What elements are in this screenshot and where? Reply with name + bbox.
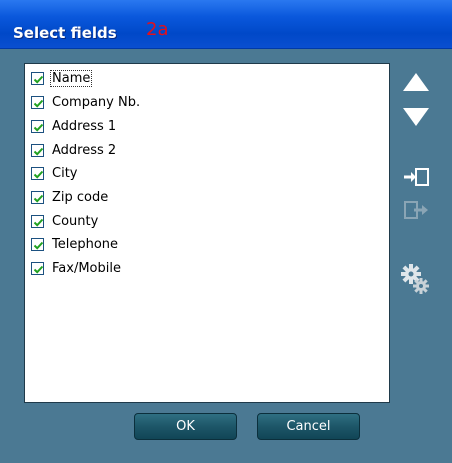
list-item-address-2[interactable]: Address 2	[31, 140, 117, 160]
export-icon[interactable]	[402, 199, 430, 225]
field-label: Address 1	[52, 118, 117, 134]
ok-button-label: OK	[176, 419, 195, 434]
list-item-zip-code[interactable]: Zip code	[31, 187, 109, 207]
import-icon[interactable]	[402, 166, 430, 192]
annotation-tag: 2a	[146, 19, 169, 40]
list-item-city[interactable]: City	[31, 163, 78, 183]
checkbox[interactable]	[31, 166, 44, 180]
checkbox[interactable]	[31, 71, 44, 85]
checkbox[interactable]	[31, 143, 44, 157]
checkbox[interactable]	[31, 237, 44, 251]
field-label: Telephone	[52, 236, 119, 252]
field-label: Fax/Mobile	[52, 260, 121, 276]
arrow-down-icon[interactable]	[402, 106, 430, 132]
arrow-up-icon[interactable]	[402, 71, 430, 97]
fields-list[interactable]: Name Company Nb. Address 1 Address 2 Cit…	[24, 63, 390, 403]
list-item-county[interactable]: County	[31, 211, 99, 231]
window-title: Select fields	[13, 24, 117, 42]
field-label: Name	[49, 69, 93, 87]
list-item-telephone[interactable]: Telephone	[31, 234, 119, 254]
list-item-company-nb[interactable]: Company Nb.	[31, 92, 141, 112]
field-label: Company Nb.	[52, 94, 141, 110]
cancel-button[interactable]: Cancel	[257, 413, 360, 440]
checkbox[interactable]	[31, 190, 44, 204]
field-label: Zip code	[52, 189, 109, 205]
checkbox[interactable]	[31, 261, 44, 275]
checkbox[interactable]	[31, 214, 44, 228]
list-item-name[interactable]: Name	[31, 68, 93, 88]
list-item-fax-mobile[interactable]: Fax/Mobile	[31, 258, 122, 278]
settings-gears-icon[interactable]	[400, 263, 432, 301]
cancel-button-label: Cancel	[286, 419, 331, 434]
title-bar[interactable]: Select fields 2a	[0, 0, 452, 49]
list-item-address-1[interactable]: Address 1	[31, 116, 117, 136]
field-label: Address 2	[52, 142, 117, 158]
field-label: County	[52, 213, 99, 229]
select-fields-dialog: Select fields 2a Name Company Nb. Addres…	[0, 0, 452, 463]
checkbox[interactable]	[31, 95, 44, 109]
ok-button[interactable]: OK	[134, 413, 237, 440]
checkbox[interactable]	[31, 119, 44, 133]
field-label: City	[52, 165, 78, 181]
